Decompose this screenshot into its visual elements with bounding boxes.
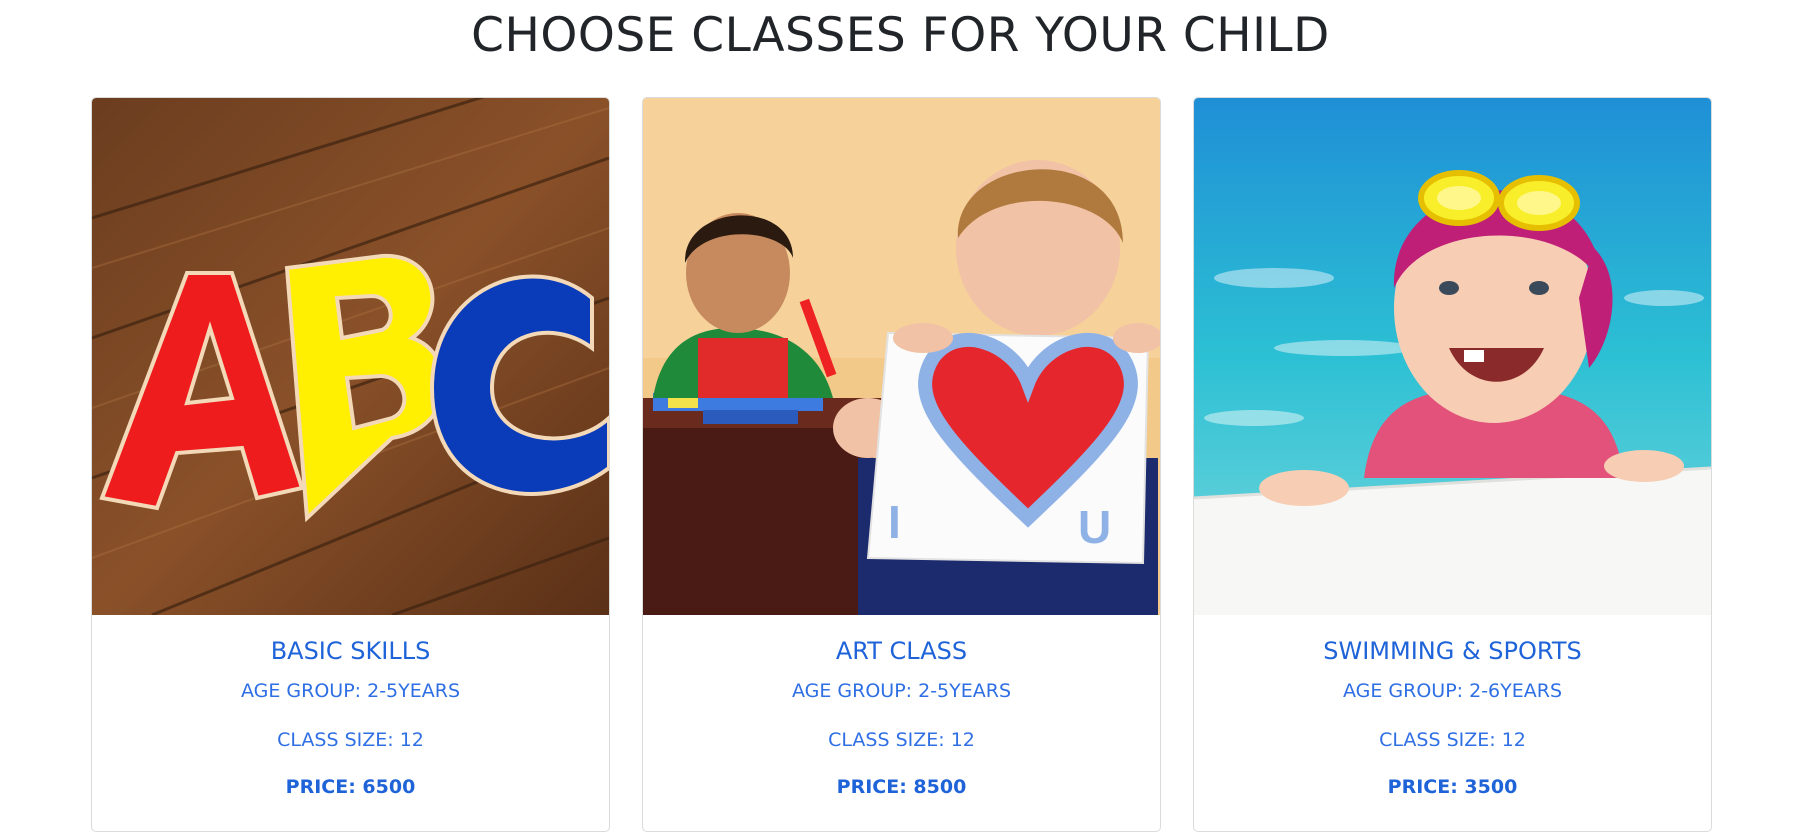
baby-swimming-image bbox=[1194, 98, 1711, 615]
price-text: PRICE: 8500 bbox=[836, 776, 967, 798]
age-group-text: AGE GROUP: 2-6YEARS bbox=[1342, 680, 1563, 702]
class-size-text: CLASS SIZE: 12 bbox=[1379, 729, 1526, 751]
page: CHOOSE CLASSES FOR YOUR CHILD BASIC SKIL… bbox=[0, 0, 1801, 838]
class-card-swimming-sports[interactable]: SWIMMING & SPORTS AGE GROUP: 2-6YEARS CL… bbox=[1193, 97, 1712, 832]
card-title[interactable]: ART CLASS bbox=[643, 637, 1160, 665]
price-text: PRICE: 3500 bbox=[1387, 776, 1518, 798]
class-size-text: CLASS SIZE: 12 bbox=[828, 729, 975, 751]
age-group-text: AGE GROUP: 2-5YEARS bbox=[240, 680, 461, 702]
age-group-text: AGE GROUP: 2-5YEARS bbox=[791, 680, 1012, 702]
page-title: CHOOSE CLASSES FOR YOUR CHILD bbox=[471, 8, 1330, 63]
card-title[interactable]: SWIMMING & SPORTS bbox=[1194, 637, 1711, 665]
card-title[interactable]: BASIC SKILLS bbox=[92, 637, 609, 665]
class-cards: BASIC SKILLS AGE GROUP: 2-5YEARS CLASS S… bbox=[91, 97, 1714, 832]
price-text: PRICE: 6500 bbox=[285, 776, 416, 798]
art-class-image: I U bbox=[643, 98, 1160, 615]
svg-text:U: U bbox=[1078, 501, 1111, 553]
class-card-basic-skills[interactable]: BASIC SKILLS AGE GROUP: 2-5YEARS CLASS S… bbox=[91, 97, 610, 832]
class-card-art-class[interactable]: I U ART CLASS AGE GROUP: 2-5YEARS CLASS … bbox=[642, 97, 1161, 832]
svg-text:I: I bbox=[888, 496, 901, 548]
class-size-text: CLASS SIZE: 12 bbox=[277, 729, 424, 751]
abc-letters-image bbox=[92, 98, 609, 615]
